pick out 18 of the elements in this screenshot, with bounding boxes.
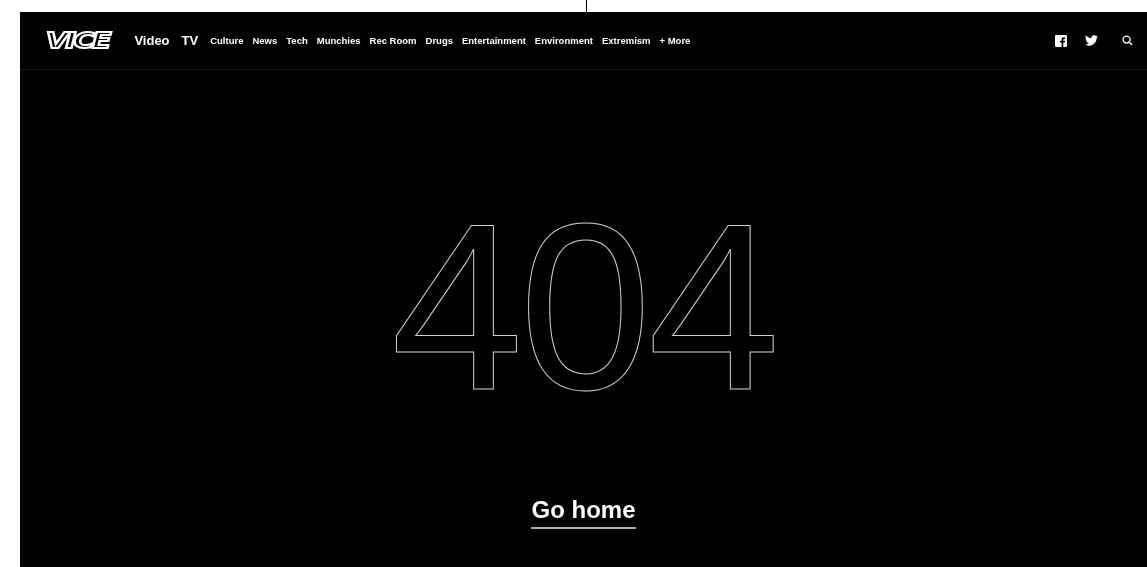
vice-logo[interactable]: VICE: [46, 28, 135, 53]
nav-link[interactable]: Culture: [210, 35, 244, 46]
nav-link[interactable]: Tech: [286, 35, 308, 46]
nav-link[interactable]: Extremism: [601, 35, 651, 46]
twitter-bird-icon[interactable]: [1085, 35, 1098, 46]
nav-link[interactable]: Environment: [534, 35, 593, 46]
nav-link[interactable]: TV: [181, 33, 199, 48]
nav-link[interactable]: Drugs: [425, 35, 453, 46]
search-icon[interactable]: [1122, 35, 1133, 46]
error-code: 404: [390, 188, 777, 426]
nav-link[interactable]: Video: [134, 33, 170, 48]
nav-link[interactable]: + More: [659, 35, 691, 46]
go-home-link[interactable]: Go home: [531, 496, 636, 529]
facebook-icon[interactable]: [1055, 34, 1067, 47]
nav-link[interactable]: Munchies: [316, 35, 361, 46]
nav-link[interactable]: Entertainment: [462, 35, 526, 46]
nav-link[interactable]: Rec Room: [369, 35, 417, 46]
nav-link[interactable]: News: [252, 35, 278, 46]
